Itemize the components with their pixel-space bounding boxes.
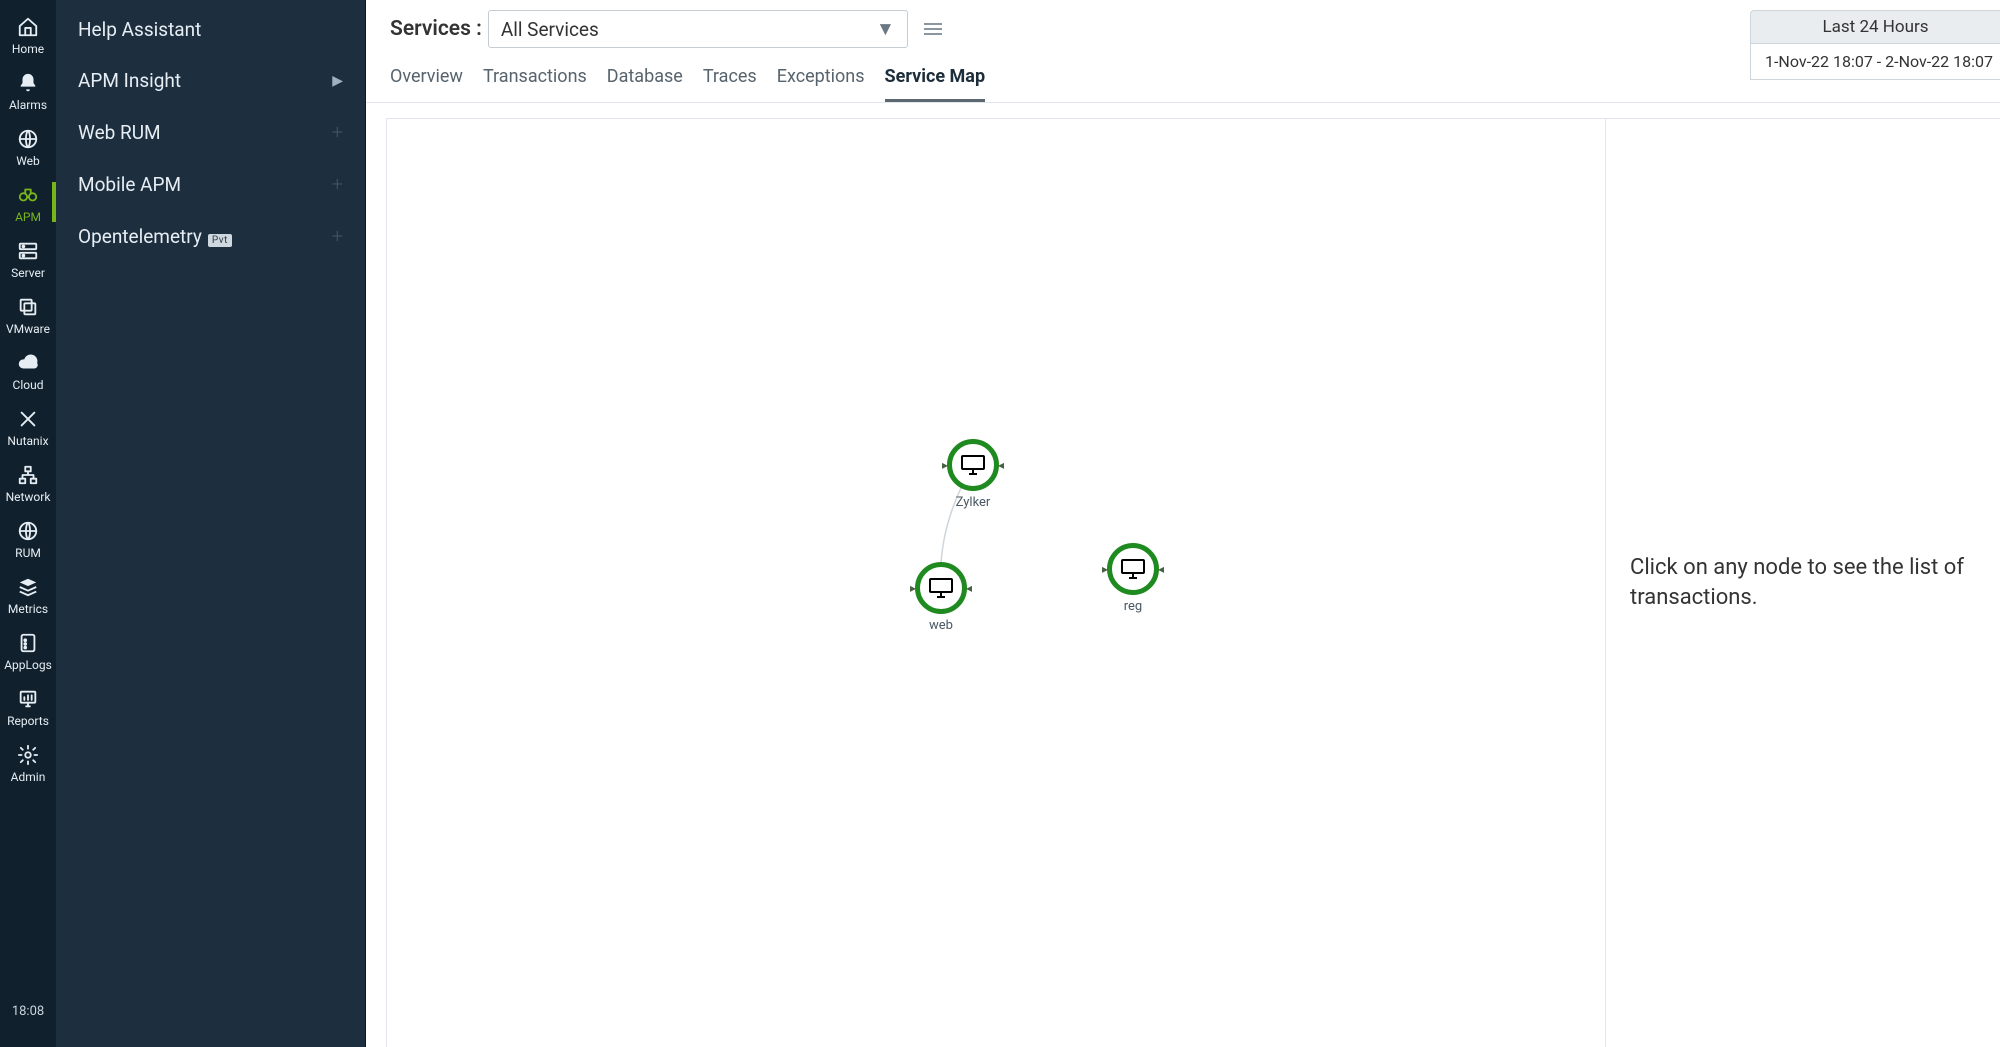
tab-service-map[interactable]: Service Map [885, 66, 986, 102]
rail-item-reports[interactable]: Reports [0, 678, 56, 734]
network-icon [0, 462, 56, 488]
node-label: Zylker [947, 495, 999, 510]
node-handle-left[interactable]: ▸ [1101, 564, 1109, 574]
transactions-sidepanel: Click on any node to see the list of tra… [1605, 118, 2000, 1047]
panel-item-opentelemetry[interactable]: OpentelemetryPvt+ [56, 210, 365, 262]
panel-item-label: Help Assistant [78, 18, 343, 41]
rail-item-vmware[interactable]: VMware [0, 286, 56, 342]
rail-item-label: Network [0, 490, 56, 504]
node-handle-right[interactable]: ◂ [997, 460, 1005, 470]
layers-icon [0, 574, 56, 600]
node-handle-right[interactable]: ◂ [965, 583, 973, 593]
rail-item-applogs[interactable]: AppLogs [0, 622, 56, 678]
panel-item-apm-insight[interactable]: APM Insight▶ [56, 55, 365, 106]
apm-submenu-panel: Help AssistantAPM Insight▶Web RUM+Mobile… [56, 0, 366, 1047]
rail-item-cloud[interactable]: Cloud [0, 342, 56, 398]
rail-item-network[interactable]: Network [0, 454, 56, 510]
binoculars-icon [0, 182, 56, 208]
plus-icon[interactable]: + [332, 120, 343, 144]
cross-icon [0, 406, 56, 432]
rail-item-label: Nutanix [0, 434, 56, 448]
service-map-canvas[interactable]: ▸ ◂ Zylker ▸ ◂ web ▸ ◂ reg [386, 118, 1605, 1047]
globe-icon [0, 126, 56, 152]
rail-item-label: APM [0, 210, 56, 224]
rail-item-label: Metrics [0, 602, 56, 616]
tab-database[interactable]: Database [607, 66, 683, 102]
panel-item-mobile-apm[interactable]: Mobile APM+ [56, 158, 365, 210]
stack-icon [0, 294, 56, 320]
rail-item-label: Admin [0, 770, 56, 784]
workspace: ▸ ◂ Zylker ▸ ◂ web ▸ ◂ reg Click on any … [386, 118, 2000, 1047]
services-label: Services : [390, 17, 482, 41]
list-view-icon[interactable] [924, 23, 942, 35]
server-icon [0, 238, 56, 264]
tab-overview[interactable]: Overview [390, 66, 463, 102]
rail-item-label: Cloud [0, 378, 56, 392]
node-label: web [915, 618, 967, 633]
pvt-badge: Pvt [208, 234, 232, 247]
bell-icon [0, 70, 56, 96]
rail-item-label: Server [0, 266, 56, 280]
services-select-value: All Services [501, 18, 599, 41]
nav-rail: Home Alarms Web APM Server VMware Cloud … [0, 0, 56, 1047]
service-node-reg[interactable]: ▸ ◂ reg [1107, 543, 1159, 614]
rail-item-metrics[interactable]: Metrics [0, 566, 56, 622]
cloud-icon [0, 350, 56, 376]
rail-item-admin[interactable]: Admin [0, 734, 56, 790]
node-ring: ▸ ◂ [915, 562, 967, 614]
rail-item-rum[interactable]: RUM [0, 510, 56, 566]
panel-item-web-rum[interactable]: Web RUM+ [56, 106, 365, 158]
plus-icon[interactable]: + [332, 172, 343, 196]
service-node-zylker[interactable]: ▸ ◂ Zylker [947, 439, 999, 510]
plus-icon[interactable]: + [332, 224, 343, 248]
rail-item-label: Web [0, 154, 56, 168]
services-select[interactable]: All Services ▼ [488, 10, 908, 48]
rail-item-label: VMware [0, 322, 56, 336]
applogs-icon [0, 630, 56, 656]
sidepanel-hint: Click on any node to see the list of tra… [1630, 553, 1976, 612]
caret-down-icon: ▼ [876, 17, 895, 41]
panel-item-label: Web RUM [78, 121, 332, 144]
rail-item-home[interactable]: Home [0, 6, 56, 62]
node-handle-left[interactable]: ▸ [909, 583, 917, 593]
time-range-picker[interactable]: Last 24 Hours 1-Nov-22 18:07 - 2-Nov-22 … [1750, 10, 2000, 80]
service-node-web[interactable]: ▸ ◂ web [915, 562, 967, 633]
rail-item-label: Reports [0, 714, 56, 728]
time-quick-label[interactable]: Last 24 Hours [1750, 10, 2000, 43]
main-content: Services : All Services ▼ Last 24 Hours … [366, 0, 2000, 1047]
node-ring: ▸ ◂ [1107, 543, 1159, 595]
panel-item-help-assistant[interactable]: Help Assistant [56, 4, 365, 55]
tab-traces[interactable]: Traces [703, 66, 757, 102]
rail-item-alarms[interactable]: Alarms [0, 62, 56, 118]
gear-icon [0, 742, 56, 768]
rail-item-apm[interactable]: APM [0, 174, 56, 230]
tab-exceptions[interactable]: Exceptions [777, 66, 865, 102]
rail-item-server[interactable]: Server [0, 230, 56, 286]
panel-item-label: Mobile APM [78, 173, 332, 196]
home-icon [0, 14, 56, 40]
rail-item-label: AppLogs [0, 658, 56, 672]
panel-item-label: OpentelemetryPvt [78, 225, 332, 248]
rail-clock: 18:08 [0, 1004, 56, 1019]
node-handle-right[interactable]: ◂ [1157, 564, 1165, 574]
node-ring: ▸ ◂ [947, 439, 999, 491]
panel-item-label: APM Insight [78, 69, 332, 92]
reports-icon [0, 686, 56, 712]
tab-transactions[interactable]: Transactions [483, 66, 587, 102]
chevron-right-icon: ▶ [332, 73, 343, 89]
rum-icon [0, 518, 56, 544]
node-handle-left[interactable]: ▸ [941, 460, 949, 470]
rail-item-nutanix[interactable]: Nutanix [0, 398, 56, 454]
node-label: reg [1107, 599, 1159, 614]
time-range-label[interactable]: 1-Nov-22 18:07 - 2-Nov-22 18:07 [1750, 43, 2000, 80]
rail-item-label: Alarms [0, 98, 56, 112]
rail-item-web[interactable]: Web [0, 118, 56, 174]
rail-item-label: RUM [0, 546, 56, 560]
rail-item-label: Home [0, 42, 56, 56]
